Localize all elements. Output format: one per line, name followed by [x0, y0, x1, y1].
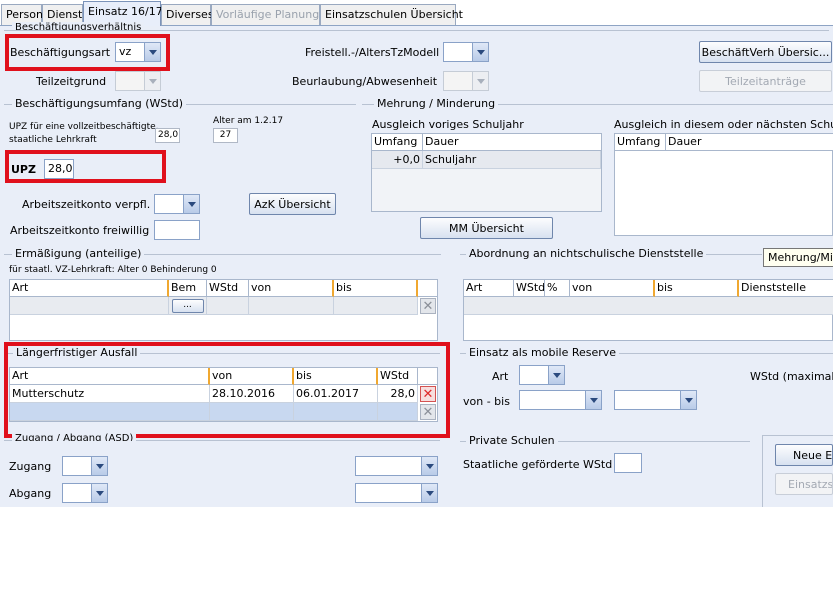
highlight-box	[5, 150, 166, 183]
upz-note-value: 28,0	[155, 128, 180, 143]
chevron-down-icon[interactable]	[548, 366, 564, 384]
section-title-abordnung: Abordnung an nichtschulische Dienststell…	[466, 247, 707, 260]
cell-art[interactable]	[10, 297, 169, 315]
mobile-von-select[interactable]	[519, 390, 602, 410]
chevron-down-icon[interactable]	[421, 484, 437, 502]
cell-wstd[interactable]	[207, 297, 249, 315]
col-header-umfang: Umfang	[615, 134, 666, 151]
freistell-select[interactable]	[443, 42, 489, 62]
mm-uebersicht-button[interactable]: MM Übersicht	[420, 217, 553, 239]
zugang-date-select[interactable]	[355, 456, 438, 476]
chevron-down-icon[interactable]	[91, 484, 107, 502]
tab-einsatzschulen-uebersicht[interactable]: Einsatzschulen Übersicht	[320, 4, 463, 25]
col-header-bis: bis	[334, 280, 418, 297]
zugang-label: Zugang	[9, 460, 52, 473]
col-header-dienststelle: Dienststelle	[739, 280, 833, 297]
section-title-private: Private Schulen	[466, 434, 558, 447]
teilzeitantraege-button[interactable]: Teilzeitanträge	[699, 70, 832, 92]
cell-umfang[interactable]: +0,0	[372, 151, 423, 169]
abordnung-grid: Art WStd % von bis Dienststelle	[463, 279, 833, 341]
beurlaubung-select[interactable]	[443, 71, 489, 91]
section-title-umfang: Beschäftigungsumfang (WStd)	[12, 97, 186, 110]
alter-label: Alter am 1.2.17	[213, 116, 284, 126]
neue-einsatzschule-button[interactable]: Neue Ei	[775, 444, 833, 466]
col-header-prozent: %	[545, 280, 570, 297]
chevron-down-icon[interactable]	[421, 457, 437, 475]
col-header-action	[418, 280, 437, 297]
chevron-down-icon[interactable]	[585, 391, 601, 409]
chevron-down-icon[interactable]	[183, 195, 199, 213]
azk-freiwillig-input[interactable]	[154, 220, 200, 240]
azk-freiwillig-label: Arbeitszeitkonto freiwillig	[10, 224, 150, 237]
col-header-dauer: Dauer	[423, 134, 601, 151]
section-title-beschaeftigungsverhaeltnis: Beschäftigungsverhältnis	[12, 22, 145, 30]
col-header-wstd: WStd	[207, 280, 249, 297]
azk-uebersicht-button[interactable]: AzK Übersicht	[249, 193, 336, 215]
upz-note-line2: staatliche Lehrkraft	[9, 135, 97, 145]
cell-dauer[interactable]: Schuljahr	[423, 151, 601, 169]
col-header-bem: Bem	[169, 280, 207, 297]
section-title-ermaessigung: Ermäßigung (anteilige)	[12, 247, 145, 260]
chevron-down-icon[interactable]	[91, 457, 107, 475]
col-header-wstd: WStd	[514, 280, 545, 297]
section-title-mobile-reserve: Einsatz als mobile Reserve	[466, 346, 620, 359]
teilzeitgrund-label: Teilzeitgrund	[36, 75, 107, 88]
abgang-select[interactable]	[62, 483, 108, 503]
cell-bis[interactable]	[334, 297, 418, 315]
beurlaubung-label: Beurlaubung/Abwesenheit	[292, 75, 438, 88]
freistell-label: Freistell.-/AltersTzModell	[305, 46, 440, 59]
mobile-art-label: Art	[492, 370, 509, 383]
abgang-label: Abgang	[9, 487, 52, 500]
delete-row-icon[interactable]: ✕	[420, 298, 436, 314]
azk-verpfl-label: Arbeitszeitkonto verpfl.	[22, 198, 151, 211]
beschaeftverh-uebersicht-button[interactable]: BeschäftVerh Übersic...	[699, 41, 832, 63]
col-header-art: Art	[464, 280, 514, 297]
einsatzschule-button[interactable]: Einsatzsc	[775, 473, 833, 495]
chevron-down-icon[interactable]	[472, 72, 488, 90]
mobile-wstd-label: WStd (maximal)	[750, 370, 833, 383]
ausgleich-voriges-label: Ausgleich voriges Schuljahr	[372, 118, 524, 131]
ermaessigung-note: für staatl. VZ-Lehrkraft: Alter 0 Behind…	[9, 265, 217, 275]
cell-empty[interactable]	[464, 297, 833, 315]
divider	[4, 30, 829, 31]
mobile-vonbis-label: von - bis	[463, 395, 510, 408]
col-header-bis: bis	[655, 280, 739, 297]
upz-note-line1: UPZ für eine vollzeitbeschäftigte,	[9, 122, 159, 132]
chevron-down-icon[interactable]	[144, 72, 160, 90]
col-header-dauer: Dauer	[666, 134, 833, 151]
tab-vorlaeufige-planung[interactable]: Vorläufige Planung	[211, 4, 320, 25]
tab-diverses[interactable]: Diverses	[161, 4, 214, 25]
section-title-mehrung: Mehrung / Minderung	[374, 97, 499, 110]
section-title-zugang: Zugang / Abgang (ASD)	[12, 433, 137, 441]
abgang-date-select[interactable]	[355, 483, 438, 503]
mobile-bis-select[interactable]	[614, 390, 697, 410]
highlight-box	[5, 34, 170, 71]
ausgleich-diesem-label: Ausgleich in diesem oder nächsten Schulj…	[614, 118, 833, 131]
col-header-von: von	[570, 280, 655, 297]
mehrung-diesem-grid: Umfang Dauer	[614, 133, 833, 236]
cell-von[interactable]	[249, 297, 334, 315]
mobile-art-select[interactable]	[519, 365, 565, 385]
chevron-down-icon[interactable]	[472, 43, 488, 61]
foerder-wstd-label: Staatliche geförderte WStd	[463, 458, 613, 471]
bem-ellipsis-button[interactable]: ...	[171, 299, 204, 313]
ermaessigung-grid: Art Bem WStd von bis ... ✕	[9, 279, 438, 341]
alter-value: 27	[213, 128, 238, 143]
mehrung-tooltip: Mehrung/Mi	[763, 248, 833, 267]
col-header-von: von	[249, 280, 334, 297]
teilzeitgrund-select[interactable]	[115, 71, 161, 91]
col-header-art: Art	[10, 280, 169, 297]
azk-verpfl-select[interactable]	[154, 194, 200, 214]
zugang-select[interactable]	[62, 456, 108, 476]
chevron-down-icon[interactable]	[680, 391, 696, 409]
foerder-wstd-input[interactable]	[614, 453, 642, 473]
col-header-umfang: Umfang	[372, 134, 423, 151]
highlight-box	[4, 342, 450, 438]
cell-bem[interactable]: ...	[169, 297, 207, 315]
mehrung-voriges-grid: Umfang Dauer +0,0 Schuljahr	[371, 133, 602, 212]
